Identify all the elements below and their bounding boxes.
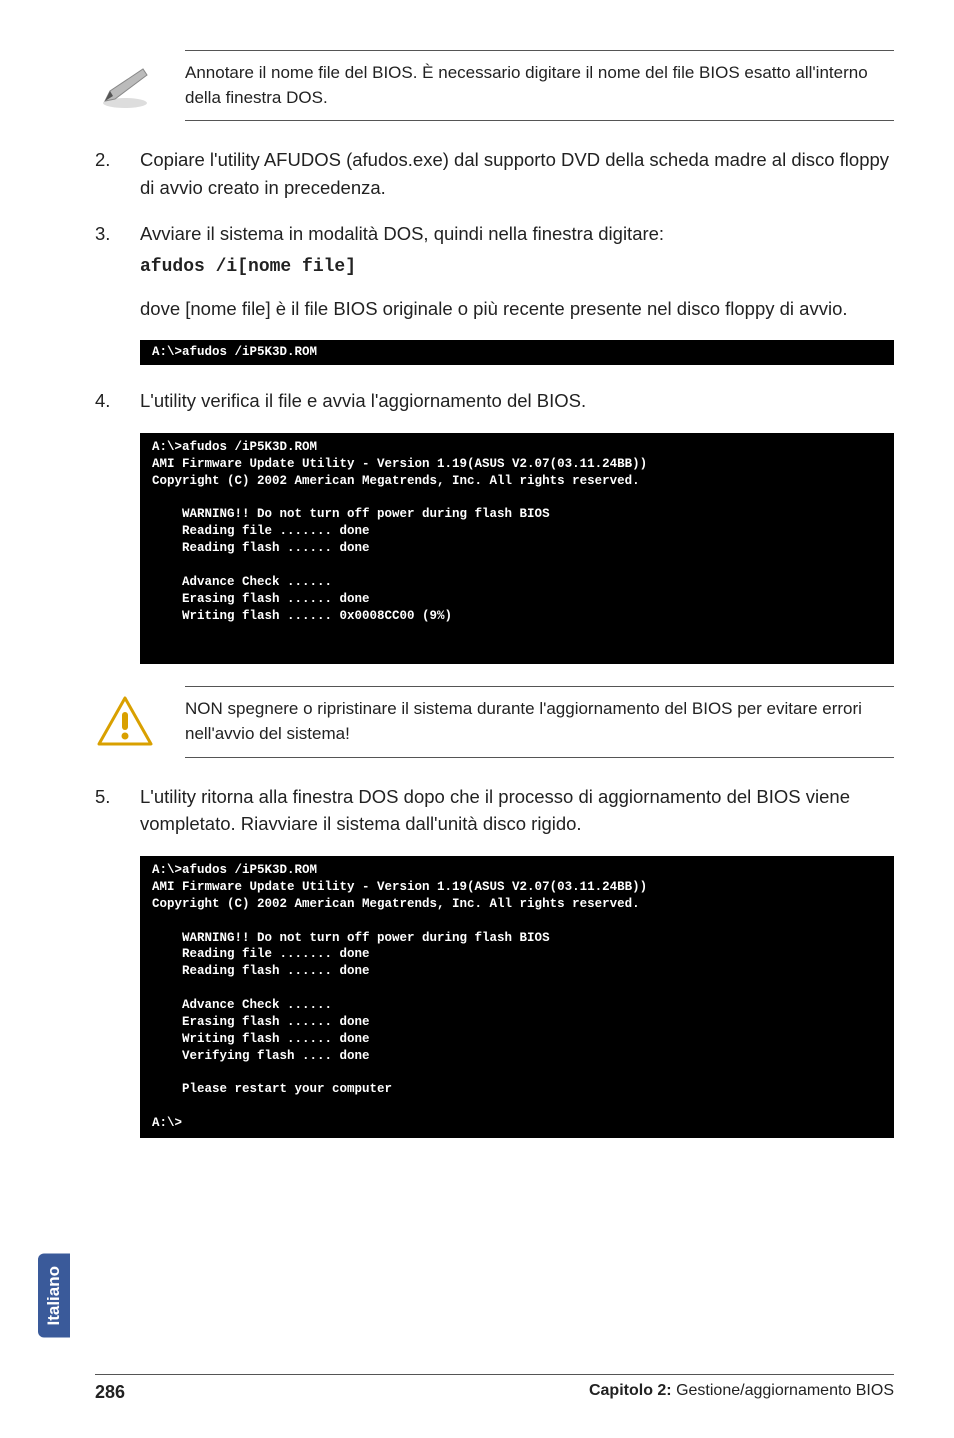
terminal-output-3: A:\>afudos /iP5K3D.ROM AMI Firmware Upda…: [140, 856, 894, 1138]
step-number: 2.: [95, 146, 115, 202]
terminal-output-2: A:\>afudos /iP5K3D.ROM AMI Firmware Upda…: [140, 433, 894, 664]
warning-text: NON spegnere o ripristinare il sistema d…: [185, 697, 894, 746]
page-footer: 286 Capitolo 2: Gestione/aggiornamento B…: [95, 1374, 894, 1403]
note-divider: Annotare il nome file del BIOS. È necess…: [185, 50, 894, 121]
step-text: L'utility verifica il file e avvia l'agg…: [140, 387, 894, 415]
step-text: Copiare l'utility AFUDOS (afudos.exe) da…: [140, 146, 894, 202]
step-3: 3. Avviare il sistema in modalità DOS, q…: [95, 220, 894, 281]
note-text: Annotare il nome file del BIOS. È necess…: [185, 61, 894, 110]
step-number: 3.: [95, 220, 115, 281]
page-number: 286: [95, 1382, 125, 1403]
step-4: 4. L'utility verifica il file e avvia l'…: [95, 387, 894, 415]
step-5: 5. L'utility ritorna alla finestra DOS d…: [95, 783, 894, 839]
step-3-para: dove [nome file] è il file BIOS original…: [140, 295, 894, 323]
warning-box: NON spegnere o ripristinare il sistema d…: [95, 686, 894, 757]
warning-divider: NON spegnere o ripristinare il sistema d…: [185, 686, 894, 757]
step-text: Avviare il sistema in modalità DOS, quin…: [140, 220, 894, 248]
chapter-title: Capitolo 2: Gestione/aggiornamento BIOS: [589, 1382, 894, 1403]
step-number: 4.: [95, 387, 115, 415]
step-number: 5.: [95, 783, 115, 839]
warning-icon: [95, 694, 155, 749]
note-box-bios-name: Annotare il nome file del BIOS. È necess…: [95, 50, 894, 121]
inline-code: afudos /i[nome file]: [140, 254, 894, 281]
step-2: 2. Copiare l'utility AFUDOS (afudos.exe)…: [95, 146, 894, 202]
terminal-output-1: A:\>afudos /iP5K3D.ROM: [140, 340, 894, 365]
language-tab: Italiano: [38, 1254, 70, 1338]
pencil-icon: [95, 61, 155, 111]
step-text: L'utility ritorna alla finestra DOS dopo…: [140, 783, 894, 839]
